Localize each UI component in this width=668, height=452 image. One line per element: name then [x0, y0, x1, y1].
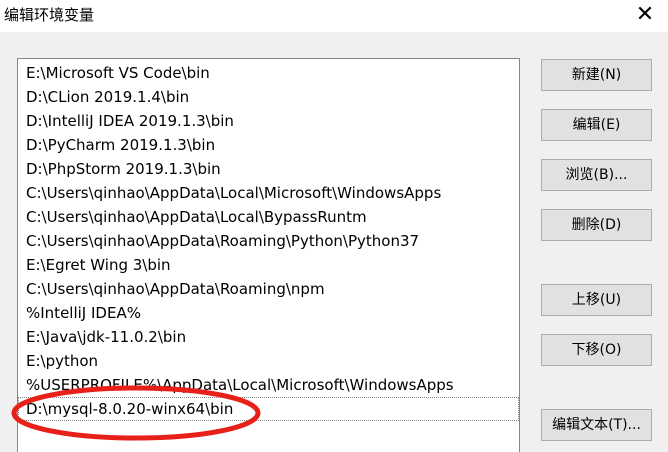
list-item[interactable]: D:\PhpStorm 2019.1.3\bin — [18, 157, 519, 181]
path-list[interactable]: E:\Microsoft VS Code\bin D:\CLion 2019.1… — [17, 58, 520, 452]
browse-button[interactable]: 浏览(B)... — [541, 159, 652, 191]
new-button[interactable]: 新建(N) — [541, 59, 652, 91]
window-title: 编辑环境变量 — [4, 6, 95, 24]
list-item[interactable]: D:\CLion 2019.1.4\bin — [18, 85, 519, 109]
list-item[interactable]: E:\Java\jdk-11.0.2\bin — [18, 325, 519, 349]
list-item[interactable]: C:\Users\qinhao\AppData\Roaming\Python\P… — [18, 229, 519, 253]
edit-text-button[interactable]: 编辑文本(T)... — [541, 409, 652, 441]
move-up-button[interactable]: 上移(U) — [541, 284, 652, 316]
move-down-button[interactable]: 下移(O) — [541, 334, 652, 366]
list-item-selected[interactable]: D:\mysql-8.0.20-winx64\bin — [18, 397, 519, 421]
list-item[interactable]: D:\PyCharm 2019.1.3\bin — [18, 133, 519, 157]
list-item[interactable]: E:\python — [18, 349, 519, 373]
list-item[interactable]: %USERPROFILE%\AppData\Local\Microsoft\Wi… — [18, 373, 519, 397]
close-icon: ✕ — [635, 2, 655, 27]
list-item[interactable]: C:\Users\qinhao\AppData\Local\BypassRunt… — [18, 205, 519, 229]
list-item[interactable]: E:\Microsoft VS Code\bin — [18, 61, 519, 85]
close-button[interactable]: ✕ — [622, 0, 668, 32]
title-bar: 编辑环境变量 ✕ — [0, 0, 668, 32]
list-item[interactable]: D:\IntelliJ IDEA 2019.1.3\bin — [18, 109, 519, 133]
list-item[interactable]: C:\Users\qinhao\AppData\Roaming\npm — [18, 277, 519, 301]
list-item[interactable]: C:\Users\qinhao\AppData\Local\Microsoft\… — [18, 181, 519, 205]
delete-button[interactable]: 删除(D) — [541, 209, 652, 241]
edit-button[interactable]: 编辑(E) — [541, 109, 652, 141]
list-item[interactable]: %IntelliJ IDEA% — [18, 301, 519, 325]
list-item[interactable]: E:\Egret Wing 3\bin — [18, 253, 519, 277]
